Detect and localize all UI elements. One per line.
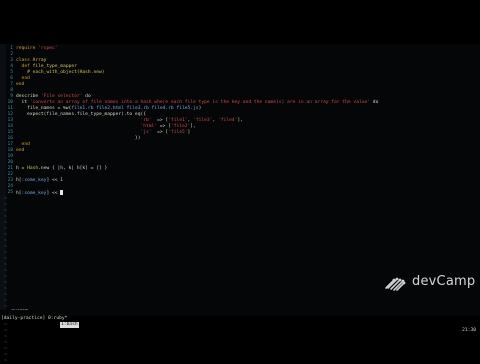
code-token: end bbox=[16, 148, 25, 153]
code-token: def bbox=[21, 64, 33, 69]
code-token: end bbox=[16, 82, 25, 87]
text-cursor bbox=[60, 190, 64, 195]
code-token: 'converts an array of file names into a … bbox=[29, 100, 371, 105]
code-token: Array bbox=[32, 58, 47, 63]
code-token: 'file1' bbox=[168, 118, 188, 123]
code-token: do bbox=[370, 100, 379, 105]
code-token: ] bbox=[187, 130, 191, 135]
code-token: => [ bbox=[157, 124, 171, 129]
code-token: end bbox=[21, 142, 30, 147]
code-token: ], bbox=[237, 118, 243, 123]
empty-line-tilde: ~ bbox=[4, 358, 8, 364]
code-token: do bbox=[82, 94, 91, 99]
code-token: }) bbox=[16, 136, 141, 141]
tmux-status-bar: [daily-practice] 0:ruby* 1:bash 21:30 bbox=[0, 310, 480, 333]
code-token: describe bbox=[16, 94, 41, 99]
code-token: Hash bbox=[27, 166, 39, 171]
code-token: file1.rb file2.html file3.rb file4.rb fi… bbox=[71, 106, 199, 111]
logo-mark-icon bbox=[385, 277, 406, 291]
code-token: .new { |h, k| h[k] = [] } bbox=[38, 166, 108, 171]
code-token: ], bbox=[190, 124, 196, 129]
code-token: h = bbox=[16, 166, 28, 171]
code-token: it bbox=[16, 100, 30, 105]
code-token: 'js' bbox=[140, 130, 152, 135]
code-token: 'file3' bbox=[193, 118, 213, 123]
code-token: file_type_mapper bbox=[32, 64, 77, 69]
session-label: [daily-practice] 0:ruby* bbox=[1, 316, 68, 321]
code-token: 'file5' bbox=[168, 130, 188, 135]
code-line[interactable]: 25 h[:some_key] << bbox=[0, 190, 480, 196]
clock: 21:30 bbox=[462, 328, 476, 333]
code-token: 'File selector' bbox=[40, 94, 83, 99]
code-token: => [ bbox=[151, 118, 169, 123]
code-token: end bbox=[21, 76, 30, 81]
active-window-tab[interactable]: 1:bash bbox=[60, 322, 79, 328]
code-token: class bbox=[16, 58, 33, 63]
code-token: :some_key bbox=[21, 191, 47, 196]
code-token: :some_key bbox=[21, 178, 47, 183]
code-token: 'file2' bbox=[170, 124, 191, 129]
code-token: file_names = %w( bbox=[16, 106, 72, 111]
code-token: 'html' bbox=[140, 124, 158, 129]
code-token: ] << 1 bbox=[46, 178, 64, 183]
devcamp-logo: devCamp bbox=[382, 268, 475, 294]
code-token: expect(file_names.file_type_mapper).to e… bbox=[16, 112, 146, 117]
code-token: require bbox=[16, 46, 39, 51]
line-text: h[:some_key] << bbox=[16, 190, 64, 197]
code-token: 'rspec' bbox=[38, 46, 58, 51]
code-token: # each_with_object(Hash.new) bbox=[27, 70, 105, 75]
code-token: 'file4' bbox=[218, 118, 238, 123]
code-token: => [ bbox=[151, 130, 169, 135]
code-token: 'rb' bbox=[140, 118, 152, 123]
code-token: ) bbox=[198, 106, 202, 111]
logo-wordmark: devCamp bbox=[412, 273, 476, 289]
code-token: ] << bbox=[46, 191, 61, 196]
